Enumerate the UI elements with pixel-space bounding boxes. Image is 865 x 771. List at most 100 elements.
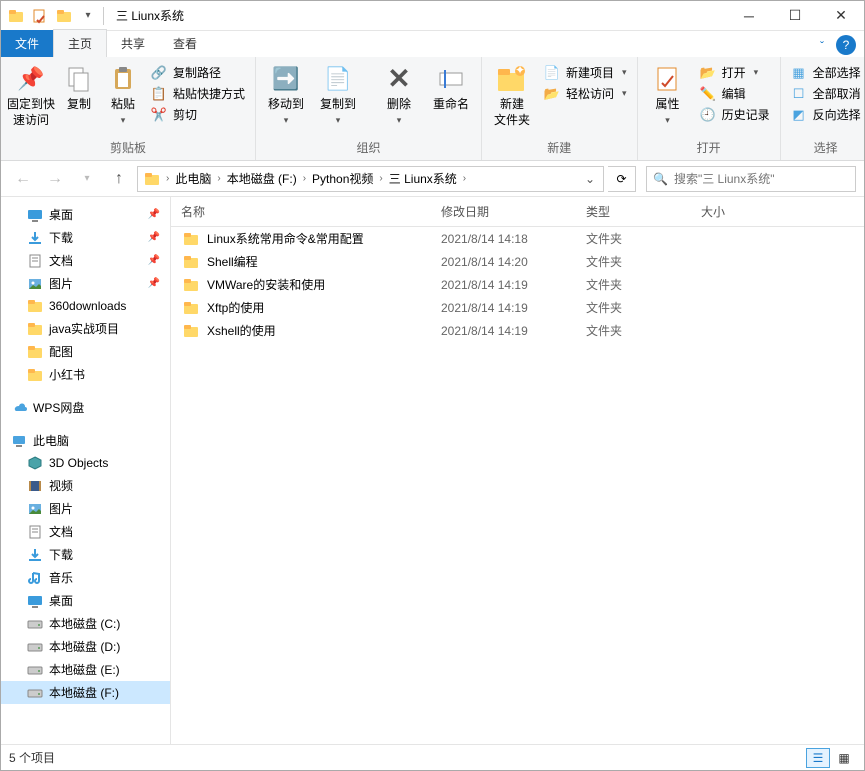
status-bar: 5 个项目 ☰ ▦ [1, 744, 864, 770]
tree-item[interactable]: 配图 [1, 340, 170, 363]
minimize-button[interactable]: ─ [726, 1, 772, 30]
tree-item-label: 下载 [49, 229, 73, 246]
tree-item-label: 图片 [49, 500, 73, 517]
tree-item[interactable]: 下载📌 [1, 226, 170, 249]
table-row[interactable]: Xftp的使用2021/8/14 14:19文件夹 [171, 296, 864, 319]
qat-folder-icon[interactable] [53, 5, 75, 27]
search-input[interactable] [674, 172, 849, 186]
copy-path-button[interactable]: 🔗复制路径 [147, 63, 249, 82]
chevron-right-icon[interactable]: › [461, 173, 468, 184]
file-date: 2021/8/14 14:20 [431, 255, 576, 269]
chevron-right-icon[interactable]: › [301, 173, 308, 184]
select-none-button[interactable]: ☐全部取消 [787, 84, 865, 103]
details-view-button[interactable]: ☰ [806, 748, 830, 768]
ribbon-group-open: 属性▾ 📂打开▾ ✏️编辑 🕘历史记录 打开 [638, 57, 781, 160]
table-row[interactable]: VMWare的安装和使用2021/8/14 14:19文件夹 [171, 273, 864, 296]
tree-item-label: 本地磁盘 (C:) [49, 615, 120, 632]
properties-button[interactable]: 属性▾ [644, 61, 692, 126]
refresh-button[interactable]: ⟳ [608, 166, 636, 192]
breadcrumb-item[interactable]: 三 Liunx系统 [385, 170, 461, 187]
tree-item[interactable]: 本地磁盘 (F:) [1, 681, 170, 704]
folder-icon [183, 254, 199, 270]
paste-button[interactable]: 粘贴▾ [103, 61, 143, 126]
drive-icon [27, 685, 43, 701]
tree-item[interactable]: 文档📌 [1, 249, 170, 272]
ribbon-collapse-button[interactable]: ˇ [812, 35, 832, 57]
tab-share[interactable]: 共享 [107, 30, 159, 57]
tree-item[interactable]: 桌面 [1, 589, 170, 612]
breadcrumb-item[interactable]: Python视频 [308, 170, 377, 187]
table-row[interactable]: Linux系统常用命令&常用配置2021/8/14 14:18文件夹 [171, 227, 864, 250]
tree-item[interactable]: java实战项目 [1, 317, 170, 340]
back-button[interactable]: ← [9, 165, 37, 193]
3d-icon [27, 455, 43, 471]
column-size[interactable]: 大小 [691, 203, 864, 220]
address-bar[interactable]: › 此电脑 › 本地磁盘 (F:) › Python视频 › 三 Liunx系统… [137, 166, 604, 192]
drive-icon [27, 662, 43, 678]
tree-item[interactable]: 桌面📌 [1, 203, 170, 226]
tree-item-label: 3D Objects [49, 456, 108, 470]
pic-icon [27, 501, 43, 517]
breadcrumb-item[interactable]: 本地磁盘 (F:) [223, 170, 301, 187]
new-item-button[interactable]: 📄新建项目▾ [540, 63, 631, 82]
rename-button[interactable]: 重命名 [427, 61, 475, 113]
up-button[interactable]: ↑ [105, 165, 133, 193]
tab-file[interactable]: 文件 [1, 30, 53, 57]
invert-selection-button[interactable]: ◩反向选择 [787, 105, 865, 124]
select-all-button[interactable]: ▦全部选择 [787, 63, 865, 82]
help-button[interactable]: ? [836, 35, 856, 55]
table-row[interactable]: Xshell的使用2021/8/14 14:19文件夹 [171, 319, 864, 342]
recent-locations-button[interactable]: ▾ [73, 165, 101, 193]
new-folder-button[interactable]: ✦新建 文件夹 [488, 61, 536, 128]
tree-item[interactable]: 图片 [1, 497, 170, 520]
qat-dropdown-icon[interactable]: ▾ [77, 5, 99, 27]
tree-item[interactable]: WPS网盘 [1, 396, 170, 419]
close-button[interactable]: ✕ [818, 1, 864, 30]
pin-to-quick-access-button[interactable]: 📌固定到快 速访问 [7, 61, 55, 128]
move-to-button[interactable]: ➡️移动到▾ [262, 61, 310, 126]
tree-item[interactable]: 小红书 [1, 363, 170, 386]
easy-access-button[interactable]: 📂轻松访问▾ [540, 84, 631, 103]
tree-item-label: java实战项目 [49, 320, 119, 337]
tree-item[interactable]: 3D Objects [1, 452, 170, 474]
open-button[interactable]: 📂打开▾ [696, 63, 774, 82]
cut-button[interactable]: ✂️剪切 [147, 105, 249, 124]
chevron-right-icon[interactable]: › [215, 173, 222, 184]
tree-item[interactable]: 图片📌 [1, 272, 170, 295]
tree-item[interactable]: 本地磁盘 (D:) [1, 635, 170, 658]
table-row[interactable]: Shell编程2021/8/14 14:20文件夹 [171, 250, 864, 273]
column-date[interactable]: 修改日期 [431, 203, 576, 220]
tree-item[interactable]: 音乐 [1, 566, 170, 589]
history-button[interactable]: 🕘历史记录 [696, 105, 774, 124]
edit-button[interactable]: ✏️编辑 [696, 84, 774, 103]
navigation-tree[interactable]: 桌面📌下载📌文档📌图片📌360downloads java实战项目配图小红书 WPS… [1, 197, 171, 744]
tree-item[interactable]: 下载 [1, 543, 170, 566]
tree-item[interactable]: 360downloads [1, 295, 170, 317]
copy-to-button[interactable]: 📄复制到▾ [314, 61, 362, 126]
qat-properties-icon[interactable] [29, 5, 51, 27]
folder-icon [183, 300, 199, 316]
chevron-right-icon[interactable]: › [377, 173, 384, 184]
breadcrumb-item[interactable]: 此电脑 [171, 170, 215, 187]
chevron-right-icon[interactable]: › [164, 173, 171, 184]
ribbon-group-select: ▦全部选择 ☐全部取消 ◩反向选择 选择 [781, 57, 865, 160]
column-name[interactable]: 名称 [171, 203, 431, 220]
column-type[interactable]: 类型 [576, 203, 691, 220]
tree-item[interactable]: 文档 [1, 520, 170, 543]
tab-home[interactable]: 主页 [53, 29, 107, 57]
tree-item[interactable]: 本地磁盘 (E:) [1, 658, 170, 681]
app-icon [5, 5, 27, 27]
forward-button[interactable]: → [41, 165, 69, 193]
tab-view[interactable]: 查看 [159, 30, 211, 57]
icons-view-button[interactable]: ▦ [832, 748, 856, 768]
address-dropdown-button[interactable]: ⌄ [579, 172, 601, 186]
paste-shortcut-button[interactable]: 📋粘贴快捷方式 [147, 84, 249, 103]
tree-item[interactable]: 视频 [1, 474, 170, 497]
tree-item[interactable]: 此电脑 [1, 429, 170, 452]
column-headers: 名称 修改日期 类型 大小 [171, 197, 864, 227]
tree-item[interactable]: 本地磁盘 (C:) [1, 612, 170, 635]
copy-button[interactable]: 复制 [59, 61, 99, 113]
search-box[interactable]: 🔍 [646, 166, 856, 192]
delete-button[interactable]: ✕删除▾ [375, 61, 423, 126]
maximize-button[interactable]: ☐ [772, 1, 818, 30]
